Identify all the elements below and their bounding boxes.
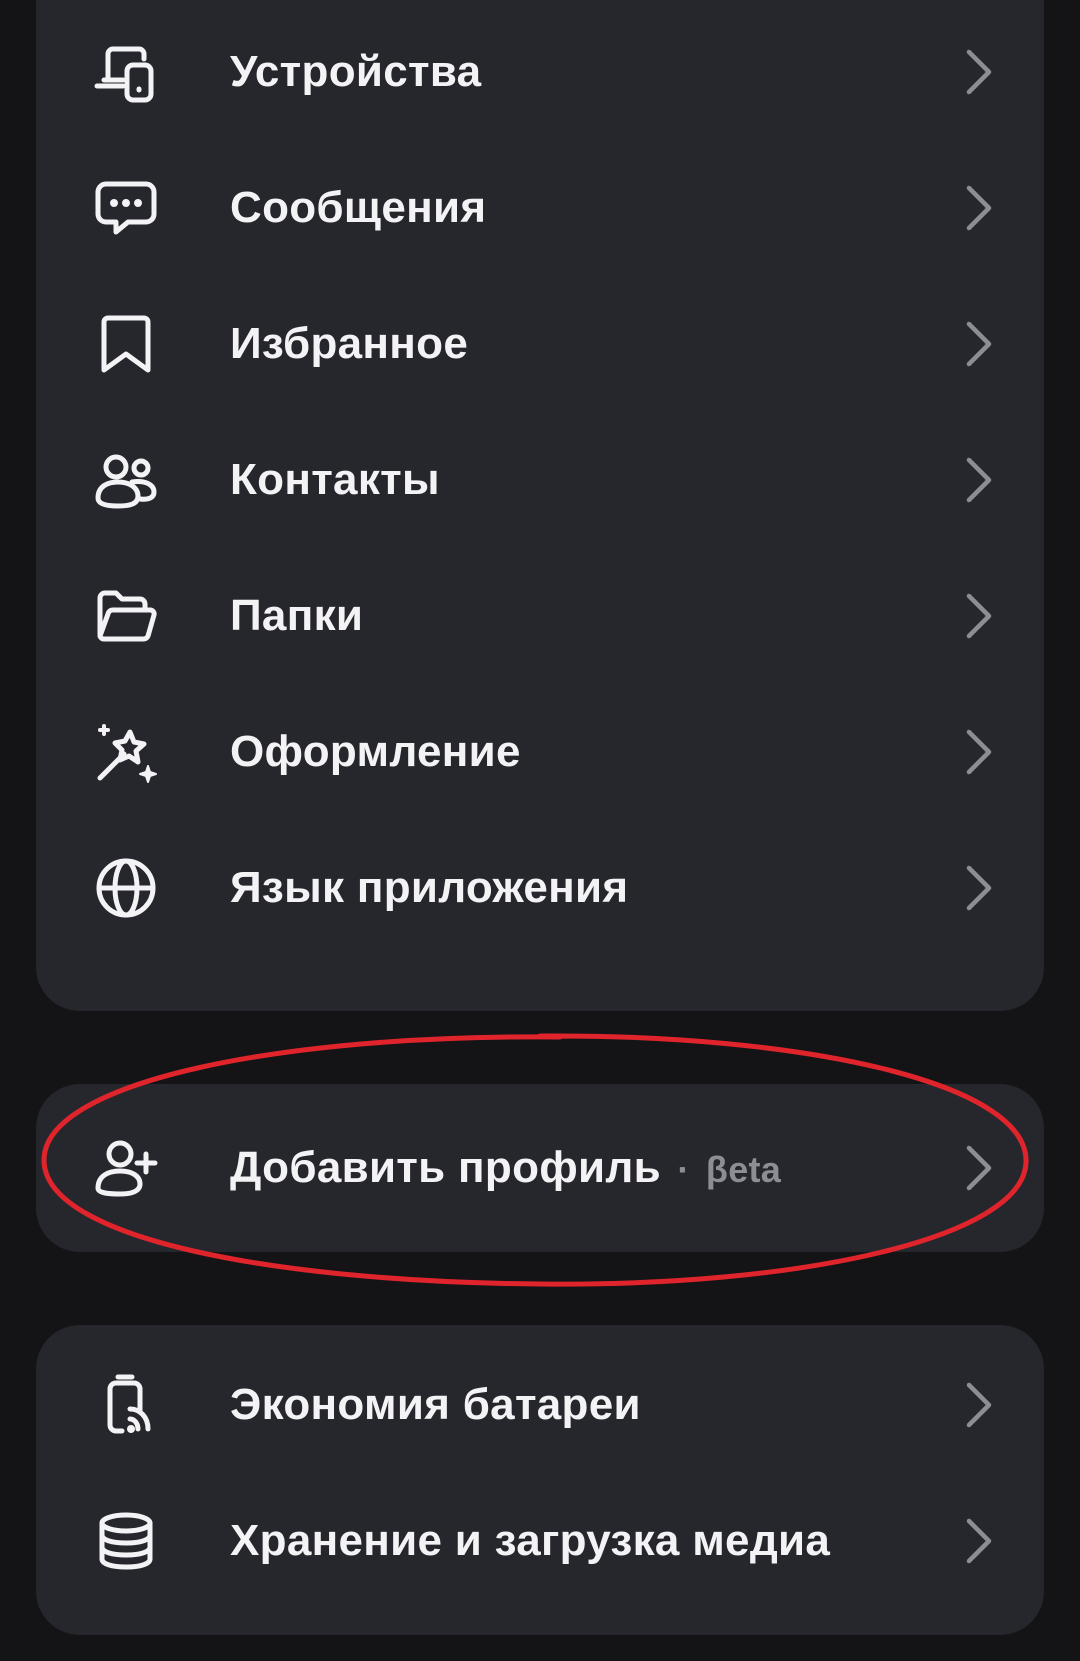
settings-card-profile: Добавить профиль · βeta <box>36 1084 1044 1252</box>
menu-item-label: Контакты <box>230 455 440 504</box>
chevron-right-icon <box>964 864 994 912</box>
chevron-right-icon <box>964 1144 994 1192</box>
bookmark-icon <box>94 312 158 376</box>
battery-saver-icon <box>94 1373 158 1437</box>
menu-item-messages[interactable]: Сообщения <box>36 136 1044 280</box>
chevron-right-icon <box>964 320 994 368</box>
contacts-icon <box>94 448 158 512</box>
add-user-icon <box>94 1136 158 1200</box>
menu-item-label: Хранение и загрузка медиа <box>230 1516 831 1565</box>
add-profile-label: Добавить профиль <box>230 1143 662 1192</box>
chevron-right-icon <box>964 184 994 232</box>
chevron-right-icon <box>964 1517 994 1565</box>
beta-separator: · <box>667 1149 700 1190</box>
menu-item-label: Избранное <box>230 319 469 368</box>
menu-item-label: Язык приложения <box>230 863 629 912</box>
chevron-right-icon <box>964 728 994 776</box>
menu-item-contacts[interactable]: Контакты <box>36 408 1044 552</box>
menu-item-favorites[interactable]: Избранное <box>36 272 1044 416</box>
menu-item-label: Сообщения <box>230 183 487 232</box>
menu-item-label: Оформление <box>230 727 521 776</box>
menu-item-app-language[interactable]: Язык приложения <box>36 816 1044 960</box>
chevron-right-icon <box>964 592 994 640</box>
settings-card-storage: Экономия батареи Хранение и загрузка мед… <box>36 1325 1044 1635</box>
devices-icon <box>94 40 158 104</box>
menu-item-label: Добавить профиль · βeta <box>230 1096 781 1240</box>
menu-item-battery-saver[interactable]: Экономия батареи <box>36 1333 1044 1477</box>
menu-item-folders[interactable]: Папки <box>36 544 1044 688</box>
chat-bubble-icon <box>94 176 158 240</box>
menu-item-label: Устройства <box>230 47 482 96</box>
chevron-right-icon <box>964 48 994 96</box>
menu-item-appearance[interactable]: Оформление <box>36 680 1044 824</box>
menu-item-add-profile[interactable]: Добавить профиль · βeta <box>36 1096 1044 1240</box>
menu-item-label: Папки <box>230 591 364 640</box>
chevron-right-icon <box>964 456 994 504</box>
beta-badge: βeta <box>705 1149 782 1190</box>
folder-icon <box>94 584 158 648</box>
menu-item-label: Экономия батареи <box>230 1380 641 1429</box>
menu-item-devices[interactable]: Устройства <box>36 0 1044 144</box>
chevron-right-icon <box>964 1381 994 1429</box>
globe-icon <box>94 856 158 920</box>
settings-card-main: Устройства Сообщения Избранное Контакты … <box>36 0 1044 1011</box>
menu-item-storage-media[interactable]: Хранение и загрузка медиа <box>36 1469 1044 1613</box>
magic-wand-icon <box>94 720 158 784</box>
database-icon <box>94 1509 158 1573</box>
